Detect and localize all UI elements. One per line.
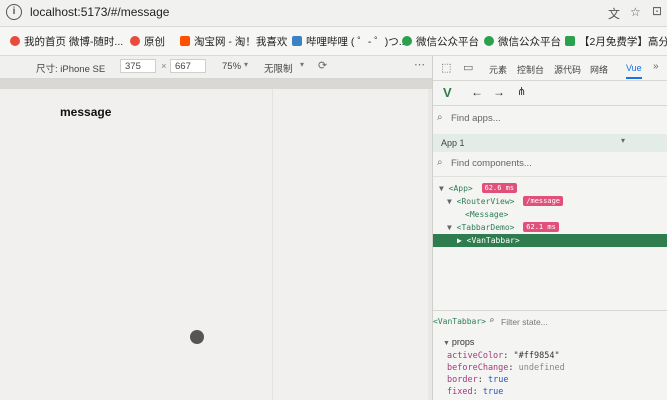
find-apps-field[interactable]: ⌕ Find apps... bbox=[433, 109, 667, 131]
address-bar[interactable]: i localhost:5173/#/message 文 ☆ ⊡ bbox=[0, 0, 667, 27]
bookmark-wechat-1[interactable]: 微信公众平台 bbox=[402, 34, 479, 49]
media-query-ruler bbox=[0, 79, 432, 89]
prop-row: border: true bbox=[447, 375, 509, 385]
inspect-icon[interactable]: ⬚ bbox=[441, 61, 451, 74]
rotate-icon[interactable]: ⟳ bbox=[318, 59, 327, 72]
component-tree-icon[interactable]: ⋔ bbox=[517, 85, 526, 98]
touch-cursor-icon bbox=[190, 330, 204, 344]
bookmarks-bar: 我的首页 微博-随时... 原创 淘宝网 - 淘！我喜欢 哔哩哔哩 ( ゜- ゜… bbox=[0, 27, 667, 56]
bookmark-taobao[interactable]: 淘宝网 - 淘！我喜欢 bbox=[180, 34, 287, 49]
back-arrow-icon[interactable]: ← bbox=[471, 85, 483, 99]
wechat-icon bbox=[484, 36, 494, 46]
selected-component-name: <VanTabbar> bbox=[433, 317, 486, 326]
tab-vue[interactable]: Vue bbox=[626, 63, 642, 79]
prop-row: fixed: true bbox=[447, 387, 504, 397]
translate-icon[interactable]: 文 bbox=[608, 5, 620, 22]
info-icon[interactable]: i bbox=[6, 4, 22, 20]
search-icon: ⌕ bbox=[489, 316, 495, 326]
throttle-select[interactable]: 无限制 bbox=[264, 61, 293, 75]
height-input[interactable]: 667 bbox=[170, 59, 206, 73]
prop-row: beforeChange: undefined bbox=[447, 363, 565, 373]
vue-logo-icon: V bbox=[443, 85, 452, 100]
tab-elements[interactable]: 元素 bbox=[489, 63, 507, 76]
chevron-down-icon: ▼ bbox=[443, 340, 452, 347]
bilibili-icon bbox=[292, 36, 302, 46]
tree-node-routerview[interactable]: ▼ <RouterView> /message bbox=[433, 195, 667, 208]
vue-toolbar: V ← → ⋔ bbox=[433, 81, 667, 106]
app-label: App 1 bbox=[441, 138, 465, 148]
bookmark-weibo[interactable]: 我的首页 微博-随时... bbox=[10, 34, 123, 49]
width-input[interactable]: 375 bbox=[120, 59, 156, 73]
devtools-tabs: ⬚ ▭ 元素 控制台 源代码 网络 Vue » bbox=[433, 56, 667, 81]
component-tree: ▼ <App> 62.6 ms ▼ <RouterView> /message … bbox=[433, 182, 667, 247]
find-components-field[interactable]: ⌕ Find components... bbox=[433, 154, 667, 177]
chevron-down-icon: ▾ bbox=[300, 60, 305, 69]
tree-node-message[interactable]: <Message> bbox=[433, 208, 667, 221]
taobao-icon bbox=[180, 36, 190, 46]
chevron-down-icon: ▾ bbox=[244, 60, 249, 69]
weibo-icon bbox=[10, 36, 20, 46]
tab-console[interactable]: 控制台 bbox=[517, 63, 544, 76]
device-icon[interactable]: ▭ bbox=[463, 61, 473, 74]
find-components-input[interactable]: Find components... bbox=[451, 158, 532, 169]
props-header[interactable]: ▼ props bbox=[433, 334, 667, 350]
bookmark-bilibili[interactable]: 哔哩哔哩 ( ゜- ゜)つ... bbox=[292, 34, 408, 49]
page-viewport: message bbox=[0, 89, 428, 400]
bookmark-course[interactable]: 【2月免费学】高分... bbox=[565, 34, 667, 49]
filter-state-input[interactable]: Filter state... bbox=[501, 317, 548, 327]
tree-node-app[interactable]: ▼ <App> 62.6 ms bbox=[433, 182, 667, 195]
url-text[interactable]: localhost:5173/#/message bbox=[30, 5, 169, 19]
time-badge: 62.1 ms bbox=[523, 222, 559, 232]
zoom-select[interactable]: 75% bbox=[222, 61, 241, 72]
app-selector[interactable]: App 1 ▾ bbox=[433, 134, 667, 152]
bookmark-wechat-2[interactable]: 微信公众平台 bbox=[484, 34, 561, 49]
devtools-panel: ⬚ ▭ 元素 控制台 源代码 网络 Vue » V ← → ⋔ ⌕ Find a… bbox=[432, 56, 667, 400]
props-section: ▼ props activeColor: "#ff9854" beforeCha… bbox=[433, 334, 667, 398]
prop-row: activeColor: "#ff9854" bbox=[447, 351, 560, 361]
star-icon[interactable]: ☆ bbox=[630, 5, 641, 19]
dimension-separator: × bbox=[161, 61, 167, 72]
device-toolbar: 尺寸: iPhone SE 375 × 667 75% ▾ 无限制 ▾ ⟳ ⋯ bbox=[0, 56, 432, 79]
weibo-icon bbox=[130, 36, 140, 46]
search-icon: ⌕ bbox=[437, 157, 443, 168]
bookmark-original[interactable]: 原创 bbox=[130, 34, 165, 49]
find-apps-input[interactable]: Find apps... bbox=[451, 113, 501, 124]
more-options-icon[interactable]: ⋯ bbox=[414, 58, 425, 71]
forward-arrow-icon[interactable]: → bbox=[493, 85, 505, 99]
state-toolbar: <VanTabbar> ⌕ Filter state... bbox=[433, 310, 667, 333]
tab-network[interactable]: 网络 bbox=[590, 63, 608, 76]
tab-sources[interactable]: 源代码 bbox=[554, 63, 581, 76]
wechat-icon bbox=[402, 36, 412, 46]
chevron-down-icon: ▾ bbox=[621, 136, 626, 145]
search-icon: ⌕ bbox=[437, 112, 443, 123]
time-badge: 62.6 ms bbox=[481, 183, 518, 193]
extension-icon[interactable]: ⊡ bbox=[652, 4, 662, 18]
tree-node-tabbardemo[interactable]: ▼ <TabbarDemo> 62.1 ms bbox=[433, 221, 667, 234]
page-heading: message bbox=[60, 105, 112, 119]
device-select[interactable]: 尺寸: iPhone SE bbox=[36, 61, 105, 75]
tree-node-vantabbar[interactable]: ▶ <VanTabbar> bbox=[433, 234, 667, 247]
route-badge: /message bbox=[523, 196, 563, 206]
divider bbox=[272, 89, 273, 400]
more-tabs-icon[interactable]: » bbox=[653, 61, 659, 72]
course-icon bbox=[565, 36, 575, 46]
